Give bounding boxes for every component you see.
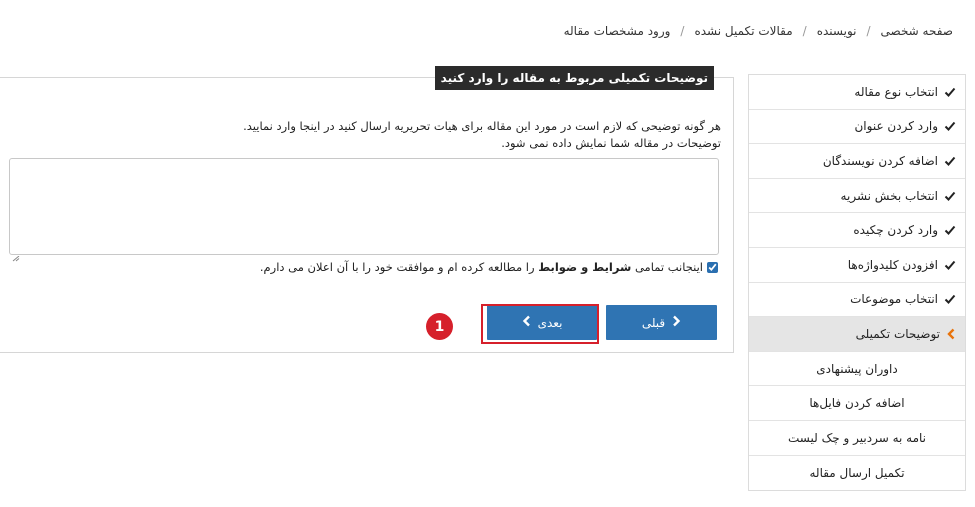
sidebar-item-letter-checklist[interactable]: نامه به سردبیر و چک لیست	[749, 421, 965, 456]
breadcrumb-author[interactable]: نویسنده	[815, 24, 859, 38]
sidebar-item-abstract[interactable]: وارد کردن چکیده	[749, 213, 965, 248]
terms-text-suffix: را مطالعه کرده ام و موافقت خود را با آن …	[259, 260, 535, 274]
sidebar-item-label: افزودن کلیدواژه‌ها	[847, 257, 938, 272]
breadcrumb-separator: /	[802, 24, 807, 38]
check-icon	[944, 190, 956, 202]
sidebar-item-authors[interactable]: اضافه کردن نویسندگان	[749, 144, 965, 179]
sidebar-item-title[interactable]: وارد کردن عنوان	[749, 110, 965, 145]
sidebar-item-article-type[interactable]: انتخاب نوع مقاله	[749, 75, 965, 110]
check-icon	[944, 293, 956, 305]
breadcrumb-incomplete[interactable]: مقالات تکمیل نشده	[692, 24, 794, 38]
sidebar-item-additional-notes[interactable]: توضیحات تکمیلی	[749, 317, 965, 352]
resize-grip-icon[interactable]	[12, 247, 20, 262]
previous-button[interactable]: قبلی	[606, 305, 717, 340]
breadcrumb-separator: /	[866, 24, 871, 38]
sidebar-item-label: داوران پیشنهادی	[816, 361, 898, 376]
terms-link[interactable]: شرایط و ضوابط	[538, 260, 631, 274]
breadcrumb-current: ورود مشخصات مقاله	[563, 24, 671, 38]
breadcrumb-separator: /	[680, 24, 685, 38]
check-icon	[944, 259, 956, 271]
description-line: هر گونه توضیحی که لازم است در مورد این م…	[243, 119, 721, 133]
description-line: توضیحات در مقاله شما نمایش داده نمی شود.	[501, 136, 721, 150]
panel-legend: توضیحات تکمیلی مربوط به مقاله را وارد کن…	[434, 66, 714, 90]
steps-sidebar: انتخاب نوع مقاله وارد کردن عنوان اضافه ک…	[748, 74, 966, 492]
terms-text-prefix: اینجانب تمامی	[634, 260, 703, 274]
sidebar-item-label: وارد کردن عنوان	[854, 119, 938, 134]
check-icon	[944, 86, 956, 98]
previous-button-label: قبلی	[641, 315, 666, 330]
chevron-left-icon	[946, 328, 956, 340]
additional-notes-panel: توضیحات تکمیلی مربوط به مقاله را وارد کن…	[0, 66, 734, 353]
check-icon	[944, 224, 956, 236]
sidebar-item-files[interactable]: اضافه کردن فایل‌ها	[749, 386, 965, 421]
sidebar-item-label: نامه به سردبیر و چک لیست	[787, 430, 927, 445]
sidebar-item-label: انتخاب نوع مقاله	[854, 84, 938, 99]
sidebar-item-reviewers[interactable]: داوران پیشنهادی	[749, 352, 965, 387]
check-icon	[944, 155, 956, 167]
sidebar-item-label: وارد کردن چکیده	[853, 223, 938, 238]
sidebar-item-label: اضافه کردن نویسندگان	[822, 153, 938, 168]
breadcrumb-home[interactable]: صفحه شخصی	[879, 24, 955, 38]
terms-agreement: اینجانب تمامی شرایط و ضوابط را مطالعه کر…	[260, 260, 718, 274]
next-button-label: بعدی	[537, 315, 563, 330]
step-badge: 1	[426, 313, 453, 340]
notes-textarea[interactable]	[9, 158, 719, 255]
sidebar-item-label: انتخاب موضوعات	[850, 292, 938, 307]
sidebar-item-label: توضیحات تکمیلی	[855, 326, 940, 341]
breadcrumb: صفحه شخصی / نویسنده / مقالات تکمیل نشده …	[20, 24, 955, 38]
chevron-left-icon	[522, 315, 532, 330]
sidebar-item-complete-submission[interactable]: تکمیل ارسال مقاله	[749, 456, 965, 491]
chevron-right-icon	[671, 315, 681, 330]
panel-description: هر گونه توضیحی که لازم است در مورد این م…	[11, 118, 721, 152]
terms-checkbox[interactable]	[707, 261, 718, 273]
sidebar-item-label: انتخاب بخش نشریه	[840, 188, 938, 203]
sidebar-item-label: تکمیل ارسال مقاله	[809, 465, 905, 480]
sidebar-item-keywords[interactable]: افزودن کلیدواژه‌ها	[749, 248, 965, 283]
next-button[interactable]: بعدی	[487, 305, 597, 340]
sidebar-item-label: اضافه کردن فایل‌ها	[809, 396, 905, 411]
check-icon	[944, 120, 956, 132]
sidebar-item-section[interactable]: انتخاب بخش نشریه	[749, 179, 965, 214]
sidebar-item-subjects[interactable]: انتخاب موضوعات	[749, 283, 965, 318]
